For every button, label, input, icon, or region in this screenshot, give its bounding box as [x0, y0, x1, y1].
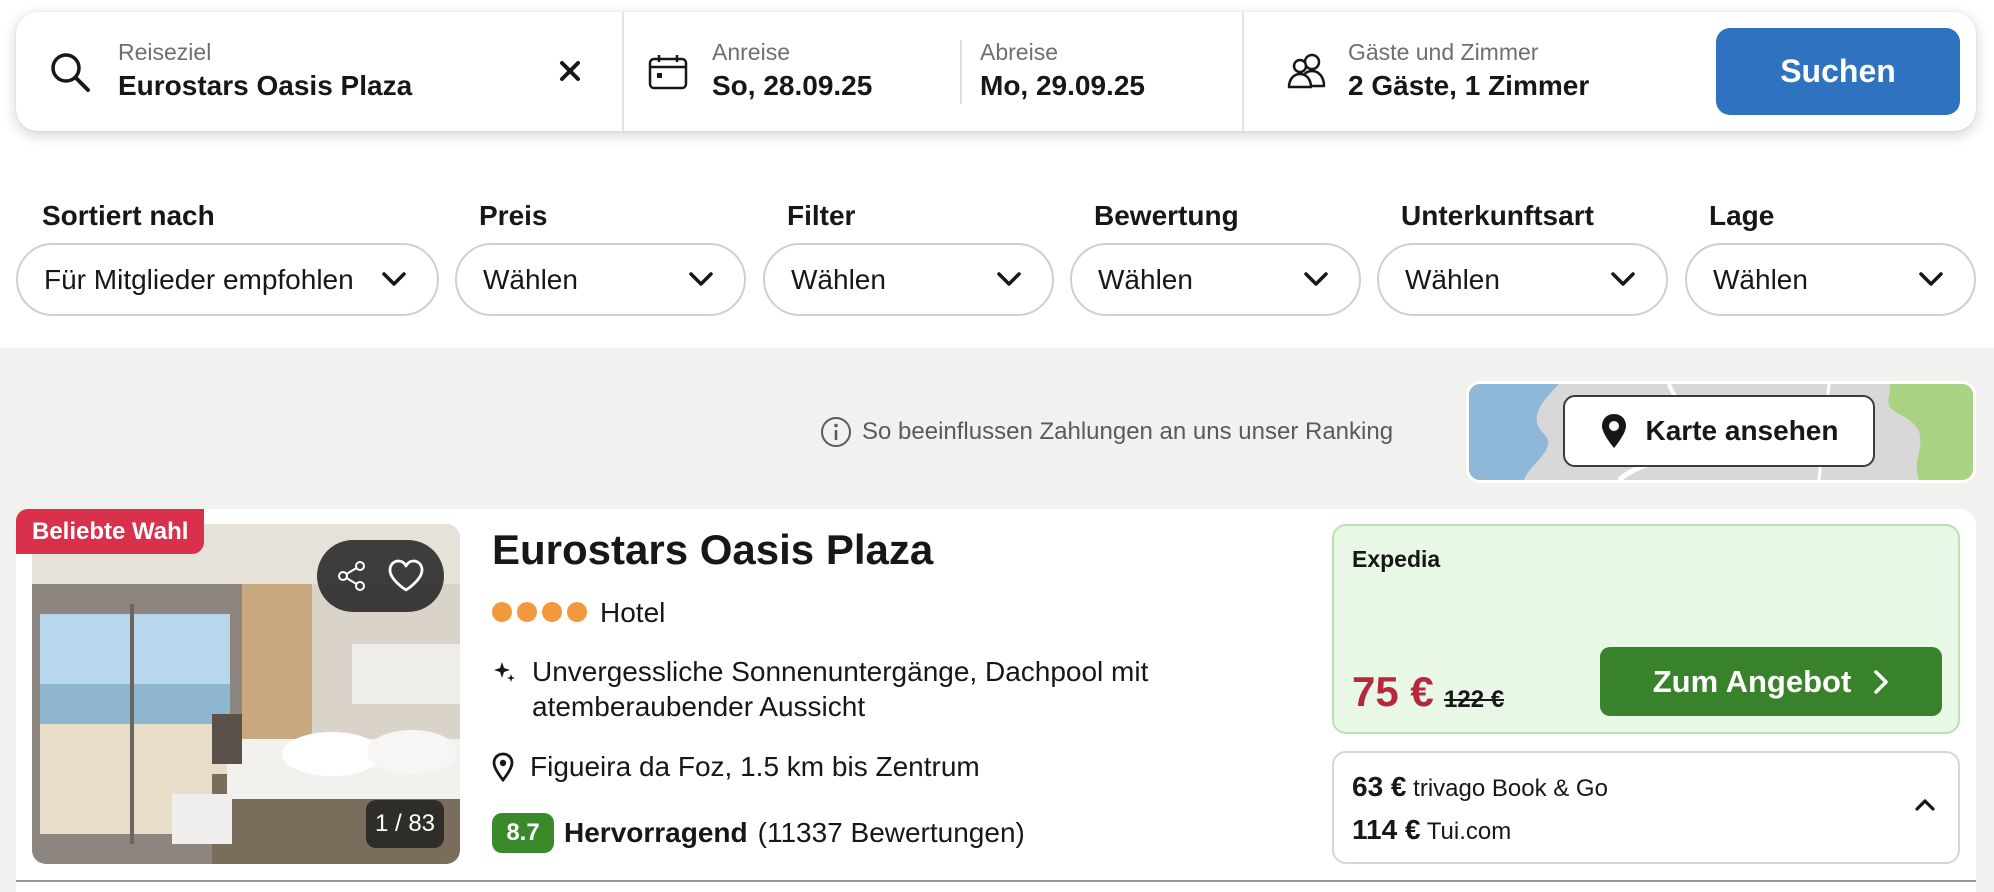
- other-offers-box[interactable]: 63 € trivago Book & Go 114 € Tui.com: [1332, 751, 1960, 864]
- share-icon[interactable]: [336, 560, 368, 592]
- checkout-label: Abreise: [980, 39, 1058, 65]
- checkin-label: Anreise: [712, 39, 790, 65]
- destination-label: Reiseziel: [118, 39, 212, 65]
- chevron-down-icon: [1303, 269, 1329, 289]
- checkout-value: Mo, 29.09.25: [980, 70, 1145, 101]
- calendar-icon: [648, 54, 688, 90]
- location-row: Figueira da Foz, 1.5 km bis Zentrum: [492, 749, 980, 784]
- filter-value: Wählen: [1405, 264, 1500, 295]
- star-rating: [492, 602, 587, 622]
- hotel-type: Hotel: [600, 597, 666, 628]
- filter-label: Bewertung: [1094, 200, 1239, 231]
- filter-value: Wählen: [1713, 264, 1808, 295]
- ranking-info-link[interactable]: So beeinflussen Zahlungen an uns unser R…: [820, 416, 1393, 448]
- filter-label: Preis: [479, 200, 548, 231]
- location-pin-icon: [492, 752, 514, 784]
- sort-dropdown[interactable]: Für Mitglieder empfohlen: [16, 243, 439, 316]
- highlight-row: Unvergessliche Sonnenuntergänge, Dachpoo…: [492, 654, 1252, 724]
- rating-count: (11337 Bewertungen): [757, 817, 1025, 848]
- destination-field[interactable]: Reiseziel Eurostars Oasis Plaza: [16, 12, 622, 131]
- star-icon: [492, 602, 512, 622]
- users-icon: [1286, 52, 1330, 90]
- property-type-dropdown[interactable]: Wählen: [1377, 243, 1668, 316]
- chevron-down-icon: [996, 269, 1022, 289]
- clear-icon[interactable]: [558, 59, 582, 83]
- offer-price: 63 €: [1352, 771, 1407, 802]
- star-icon: [567, 602, 587, 622]
- guests-field[interactable]: Gäste und Zimmer 2 Gäste, 1 Zimmer: [1244, 12, 1694, 131]
- rating-score: 8.7: [492, 813, 554, 853]
- chevron-down-icon: [1918, 269, 1944, 289]
- view-deal-label: Zum Angebot: [1652, 663, 1852, 699]
- filter-value: Wählen: [791, 264, 886, 295]
- search-icon: [48, 50, 92, 94]
- divider: [16, 880, 1976, 882]
- show-map-label: Karte ansehen: [1645, 415, 1839, 446]
- show-map-button[interactable]: Karte ansehen: [1563, 395, 1875, 467]
- filter-value: Wählen: [1098, 264, 1193, 295]
- guests-value: 2 Gäste, 1 Zimmer: [1348, 70, 1590, 101]
- popular-choice-badge: Beliebte Wahl: [16, 509, 205, 554]
- photo-actions: [317, 540, 444, 612]
- destination-input[interactable]: Eurostars Oasis Plaza: [118, 70, 412, 102]
- chevron-down-icon: [1610, 269, 1636, 289]
- rating-label: Hervorragend: [564, 817, 748, 848]
- search-bar: Reiseziel Eurostars Oasis Plaza Anreise …: [16, 12, 1976, 131]
- checkin-value: So, 28.09.25: [712, 70, 873, 101]
- chevron-down-icon: [688, 269, 714, 289]
- location-text: Figueira da Foz, 1.5 km bis Zentrum: [530, 751, 980, 782]
- star-icon: [542, 602, 562, 622]
- filter-label: Lage: [1709, 200, 1775, 231]
- rating-dropdown[interactable]: Wählen: [1070, 243, 1361, 316]
- deal-price: 75 €: [1352, 668, 1434, 715]
- filter-label: Sortiert nach: [42, 200, 215, 231]
- search-button[interactable]: Suchen: [1716, 28, 1960, 115]
- map-pin-icon: [1600, 412, 1628, 450]
- highlight-text: Unvergessliche Sonnenuntergänge, Dachpoo…: [532, 656, 1149, 722]
- sparkle-icon: [492, 660, 516, 724]
- offer-partner: Tui.com: [1426, 818, 1512, 845]
- chevron-down-icon: [381, 269, 407, 289]
- offer-row[interactable]: 114 € Tui.com: [1352, 814, 1511, 846]
- filter-dropdown[interactable]: Wählen: [763, 243, 1054, 316]
- filter-label: Filter: [787, 200, 856, 231]
- guests-label: Gäste und Zimmer: [1348, 39, 1539, 65]
- view-deal-button[interactable]: Zum Angebot: [1600, 647, 1942, 716]
- chevron-right-icon: [1873, 669, 1889, 695]
- deal-partner: Expedia: [1352, 546, 1441, 572]
- price-dropdown[interactable]: Wählen: [455, 243, 746, 316]
- deal-old-price: 122 €: [1444, 686, 1505, 713]
- filter-value: Wählen: [483, 264, 578, 295]
- location-dropdown[interactable]: Wählen: [1685, 243, 1976, 316]
- chevron-up-icon[interactable]: [1914, 797, 1936, 813]
- info-icon: [820, 416, 852, 448]
- heart-icon[interactable]: [387, 559, 425, 593]
- filter-value: Für Mitglieder empfohlen: [44, 264, 354, 295]
- hotel-name[interactable]: Eurostars Oasis Plaza: [492, 526, 933, 574]
- rating-row[interactable]: 8.7 Hervorragend (11337 Bewertungen): [492, 813, 1025, 853]
- star-icon: [517, 602, 537, 622]
- offer-price: 114 €: [1352, 814, 1421, 845]
- filter-label: Unterkunftsart: [1401, 200, 1594, 231]
- checkout-field[interactable]: Abreise Mo, 29.09.25: [962, 12, 1258, 131]
- offer-partner: trivago Book & Go: [1413, 775, 1608, 802]
- photo-counter: 1 / 83: [366, 800, 444, 848]
- ranking-text: So beeinflussen Zahlungen an uns unser R…: [862, 418, 1394, 445]
- checkin-field[interactable]: Anreise So, 28.09.25: [624, 12, 978, 131]
- offer-row[interactable]: 63 € trivago Book & Go: [1352, 771, 1608, 803]
